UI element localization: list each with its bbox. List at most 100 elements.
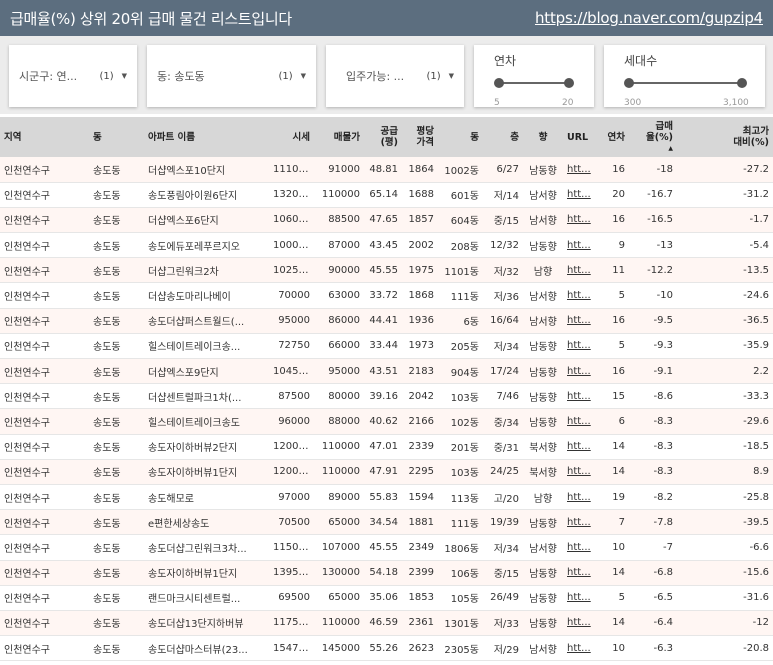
table-row[interactable]: 인천연수구 송도동 송도에듀포레푸르지오 100000 87000 43.45 2002 20… [0, 232, 773, 259]
district-filter-dropdown[interactable]: 시군구: 연... (1) ▼ [9, 45, 137, 107]
cell-sale: 86000 [314, 308, 364, 334]
col-header-market[interactable]: 시세 [269, 117, 314, 157]
cell-url[interactable]: htt... [563, 484, 599, 511]
year-slider-track[interactable] [499, 82, 569, 84]
cell-url[interactable]: htt... [563, 610, 599, 637]
col-header-url[interactable]: URL [563, 117, 599, 157]
cell-year: 16 [599, 308, 629, 334]
cell-url[interactable]: htt... [563, 509, 599, 536]
cell-floor: 24/25 [483, 459, 523, 485]
col-header-year[interactable]: 연차 [599, 117, 629, 157]
cell-url[interactable]: htt... [563, 434, 599, 460]
table-row[interactable]: 인천연수구 송도동 송도더샵그린워크3차... 115000 107000 45.55 23… [0, 534, 773, 561]
col-header-region[interactable]: 지역 [0, 117, 89, 157]
cell-floor: 16/64 [483, 308, 523, 334]
cell-floor: 17/24 [483, 358, 523, 385]
table-row[interactable]: 인천연수구 송도동 힐스테이트레이크송도 96000 88000 40.62 2166 102… [0, 408, 773, 435]
cell-url[interactable]: htt... [563, 585, 599, 611]
table-row[interactable]: 인천연수구 송도동 송도자이하버뷰1단지 120000 110000 47.91 2295 1… [0, 459, 773, 485]
cell-rate: -9.3 [629, 333, 677, 360]
blog-link[interactable]: https://blog.naver.com/gupzip4 [535, 9, 763, 27]
table-row[interactable]: 인천연수구 송도동 송도풍림아이원6단지 132000 110000 65.14 1688 6… [0, 182, 773, 208]
cell-url[interactable]: htt... [563, 308, 599, 334]
col-header-dir[interactable]: 향 [523, 117, 563, 157]
table-row[interactable]: 인천연수구 송도동 더샵엑스포9단지 104500 95000 43.51 2183 904동… [0, 358, 773, 385]
cell-url[interactable]: htt... [563, 358, 599, 385]
cell-url[interactable]: htt... [563, 282, 599, 309]
year-slider-max-handle[interactable] [564, 78, 574, 88]
cell-region: 인천연수구 [0, 635, 89, 662]
move-in-filter-dropdown[interactable]: 입주가능: ... (1) ▼ [326, 45, 464, 107]
cell-url[interactable]: htt... [563, 257, 599, 284]
year-slider-min-value: 5 [494, 98, 500, 108]
table-row[interactable]: 인천연수구 송도동 송도자이하버뷰2단지 120000 110000 47.01 2339 2… [0, 434, 773, 460]
cell-rate: -8.3 [629, 434, 677, 460]
table-row[interactable]: 인천연수구 송도동 송도더샵퍼스트월드(... 95000 86000 44.41 1936… [0, 308, 773, 334]
cell-url[interactable]: htt... [563, 157, 599, 183]
cell-url[interactable]: htt... [563, 560, 599, 586]
household-slider-max-value: 3,100 [723, 98, 749, 108]
district-filter-count: (1) [99, 70, 114, 82]
cell-url[interactable]: htt... [563, 459, 599, 485]
table-row[interactable]: 인천연수구 송도동 힐스테이트레이크송... 72750 66000 33.44 1973 2… [0, 333, 773, 360]
cell-bldg: 208동 [438, 232, 483, 259]
cell-ppp: 1973 [402, 333, 438, 360]
table-row[interactable]: 인천연수구 송도동 더샵센트럴파크1차(... 87500 80000 39.16 2042… [0, 383, 773, 410]
household-slider-track[interactable] [629, 82, 742, 84]
table-row[interactable]: 인천연수구 송도동 송도자이하버뷰1단지 139500 130000 54.18 2399 1… [0, 560, 773, 586]
cell-area: 40.62 [364, 408, 402, 435]
table-row[interactable]: 인천연수구 송도동 송도해모로 97000 89000 55.83 1594 113동 고/20… [0, 484, 773, 511]
cell-sale: 110000 [314, 459, 364, 485]
cell-url[interactable]: htt... [563, 182, 599, 208]
cell-area: 55.26 [364, 635, 402, 662]
cell-area: 47.65 [364, 207, 402, 234]
cell-area: 43.45 [364, 232, 402, 259]
cell-year: 7 [599, 509, 629, 536]
cell-url[interactable]: htt... [563, 635, 599, 662]
cell-bldg: 106동 [438, 560, 483, 586]
year-slider-min-handle[interactable] [494, 78, 504, 88]
year-slider-max-value: 20 [562, 98, 574, 108]
cell-market: 102500 [269, 257, 314, 284]
col-header-ppp[interactable]: 평당 가격 [402, 117, 438, 157]
col-header-sale[interactable]: 매물가 [314, 117, 364, 157]
col-header-vs-high[interactable]: 최고가 대비(%) [677, 117, 773, 157]
cell-sale: 88000 [314, 408, 364, 435]
dong-filter-dropdown[interactable]: 동: 송도동 (1) ▼ [147, 45, 316, 107]
dong-filter-count: (1) [278, 70, 293, 82]
cell-bldg: 6동 [438, 308, 483, 334]
cell-floor: 저/33 [483, 610, 523, 637]
cell-url[interactable]: htt... [563, 534, 599, 561]
cell-url[interactable]: htt... [563, 333, 599, 360]
cell-apt: 더샵센트럴파크1차(... [144, 383, 269, 410]
table-row[interactable]: 인천연수구 송도동 더샵엑스포10단지 111000 91000 48.81 1864 100… [0, 157, 773, 183]
col-header-floor[interactable]: 층 [483, 117, 523, 157]
cell-region: 인천연수구 [0, 434, 89, 460]
col-header-apt[interactable]: 아파트 이름 [144, 117, 269, 157]
table-row[interactable]: 인천연수구 송도동 송도더샵마스터뷰(23... 154750 145000 55.26 2… [0, 635, 773, 662]
household-slider-max-handle[interactable] [737, 78, 747, 88]
cell-apt: 송도더샵마스터뷰(23... [144, 635, 269, 662]
cell-url[interactable]: htt... [563, 232, 599, 259]
cell-bldg: 1101동 [438, 257, 483, 284]
cell-url[interactable]: htt... [563, 383, 599, 410]
cell-floor: 중/15 [483, 560, 523, 586]
table-row[interactable]: 인천연수구 송도동 더샵그린워크2차 102500 90000 45.55 1975 1101… [0, 257, 773, 284]
cell-dir: 남동향 [523, 509, 563, 536]
cell-year: 14 [599, 610, 629, 637]
col-header-dong[interactable]: 동 [89, 117, 144, 157]
table-row[interactable]: 인천연수구 송도동 랜드마크시티센트럴... 69500 65000 35.06 1853 1… [0, 585, 773, 611]
col-header-bldg[interactable]: 동 [438, 117, 483, 157]
cell-region: 인천연수구 [0, 157, 89, 183]
col-header-rate[interactable]: 급매 율(%) ▲ [629, 117, 677, 157]
table-row[interactable]: 인천연수구 송도동 송도더샵13단지하버뷰 117500 110000 46.59 2361… [0, 610, 773, 637]
household-slider-min-handle[interactable] [624, 78, 634, 88]
table-row[interactable]: 인천연수구 송도동 더샵엑스포6단지 106000 88500 47.65 1857 604동… [0, 207, 773, 234]
cell-dong: 송도동 [89, 459, 144, 485]
table-row[interactable]: 인천연수구 송도동 더샵송도마리나베이 70000 63000 33.72 1868 111동… [0, 282, 773, 309]
cell-floor: 중/15 [483, 207, 523, 234]
cell-url[interactable]: htt... [563, 408, 599, 435]
cell-url[interactable]: htt... [563, 207, 599, 234]
table-row[interactable]: 인천연수구 송도동 e편한세상송도 70500 65000 34.54 1881 111동 19… [0, 509, 773, 536]
col-header-area[interactable]: 공급 (평) [364, 117, 402, 157]
